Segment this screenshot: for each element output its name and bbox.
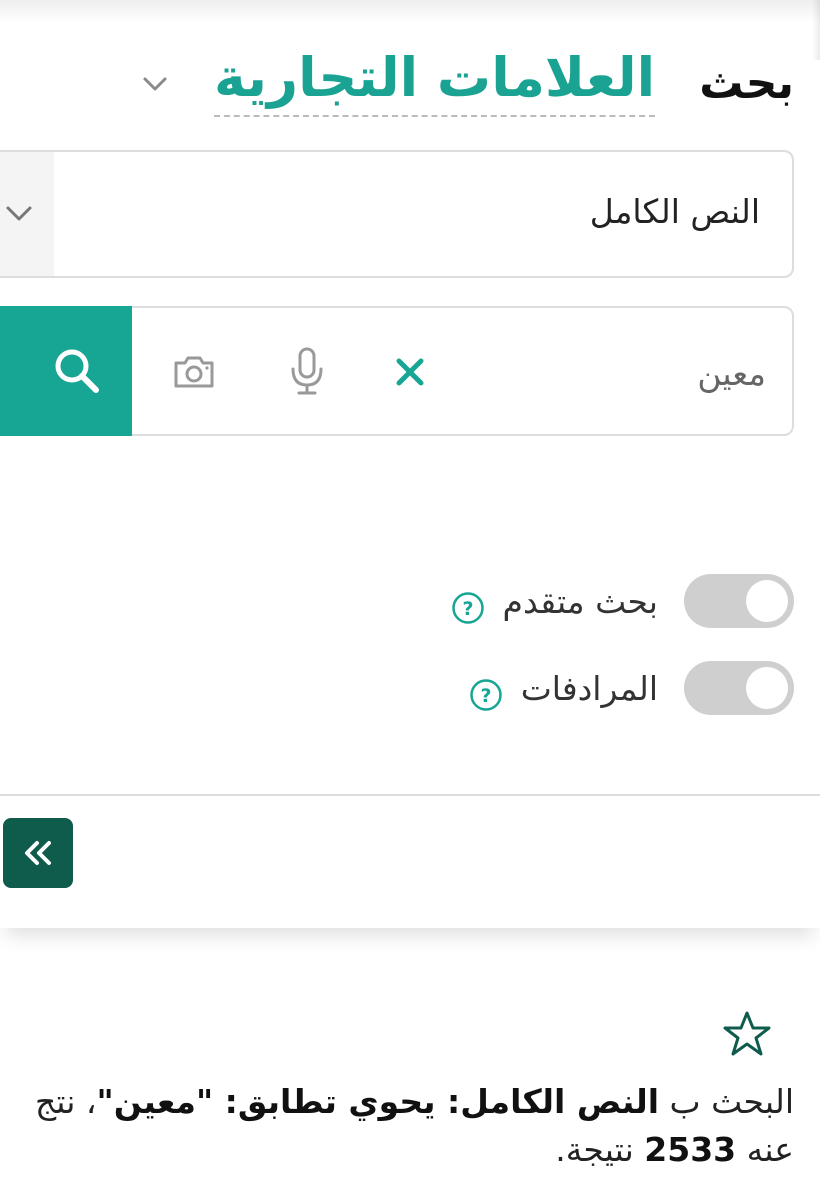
svg-text:?: ? [462,598,473,620]
result-suffix: نتيجة. [555,1130,645,1169]
search-button[interactable] [0,306,132,436]
select-arrow[interactable] [0,152,54,276]
synonyms-label: المرادفات [520,668,658,708]
collapse-panel-button[interactable] [3,818,73,888]
result-match: يحوي تطابق: [213,1082,447,1121]
toggle-knob [746,580,788,622]
synonyms-toggle[interactable] [684,661,794,715]
camera-icon [174,356,214,388]
search-type-select[interactable]: النص الكامل [0,150,794,278]
search-input[interactable] [434,336,768,410]
search-bar [0,306,794,436]
advanced-search-option: بحث متقدم ? [451,573,794,629]
synonyms-option: المرادفات ? [469,660,794,716]
search-category-dropdown[interactable]: العلامات التجارية [214,51,656,117]
search-type-selected: النص الكامل [589,192,760,231]
result-term: "معين" [96,1082,214,1121]
close-icon [396,358,424,386]
divider [0,794,820,796]
search-icon [55,349,99,393]
help-icon[interactable]: ? [451,591,485,625]
chevron-down-icon[interactable] [142,71,168,97]
clear-button[interactable] [390,352,430,392]
title-static: بحث [699,58,794,109]
result-mode: النص الكامل: [447,1082,660,1121]
result-prefix: البحث ب [659,1082,794,1121]
svg-text:?: ? [480,685,491,707]
result-count: 2533 [644,1130,737,1169]
double-chevron-left-icon [25,841,51,865]
microphone-icon [291,347,323,395]
star-icon[interactable] [722,1010,772,1058]
help-icon[interactable]: ? [469,678,503,712]
result-summary: البحث ب النص الكامل: يحوي تطابق: "معين"،… [14,1078,794,1174]
chevron-down-icon [6,206,32,221]
voice-search-button[interactable] [282,344,332,400]
toggle-knob [746,667,788,709]
scroll-edge [812,0,820,60]
search-title-row: بحث العلامات التجارية [142,44,794,124]
advanced-search-label: بحث متقدم [502,581,658,621]
top-shadow [0,0,820,22]
advanced-search-toggle[interactable] [684,574,794,628]
image-search-button[interactable] [168,348,220,396]
search-panel [0,0,820,928]
